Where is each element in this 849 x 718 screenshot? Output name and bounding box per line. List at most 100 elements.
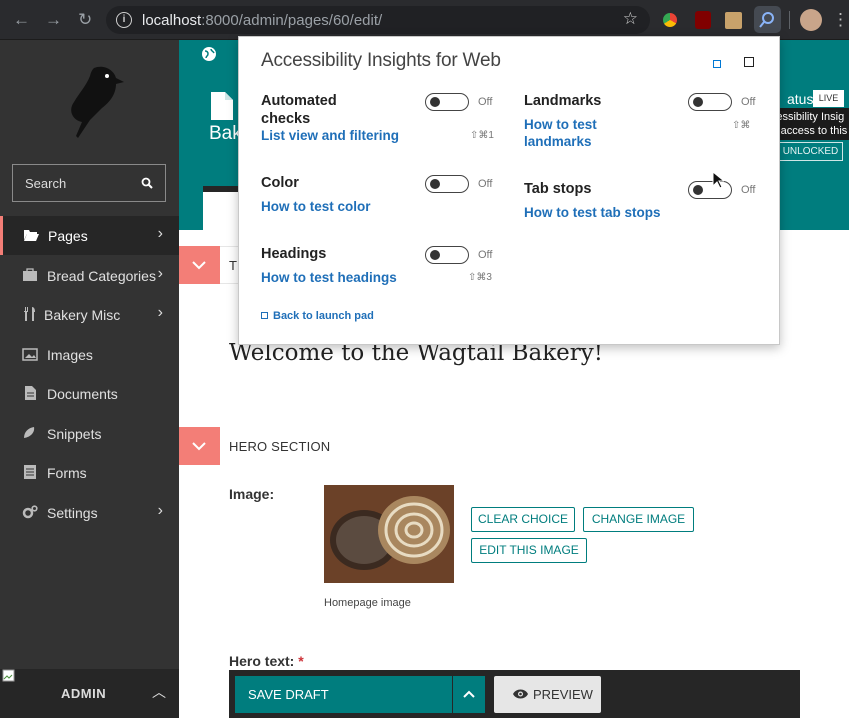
sidebar-item-forms[interactable]: Forms [0,453,179,492]
link-line: landmarks [524,134,592,149]
accessibility-insights-extension-button[interactable] [754,6,781,33]
bread-image [324,485,454,583]
toggle-knob [430,250,440,260]
automated-checks-name: Automated checks [261,92,337,128]
address-bar[interactable]: i localhost:8000/admin/pages/60/edit/ ☆ [106,6,650,34]
landmarks-toggle[interactable] [688,93,732,111]
folder-open-icon [24,230,39,241]
edit-this-image-button[interactable]: EDIT THIS IMAGE [471,538,587,563]
sidebar-item-snippets[interactable]: Snippets [0,414,179,453]
extension-icon[interactable] [725,12,742,29]
sidebar-item-images[interactable]: Images [0,335,179,374]
toggle-state-label: Off [741,96,756,108]
restore-window-icon[interactable] [713,60,721,68]
sidebar-item-settings[interactable]: Settings › [0,493,179,532]
preview-button[interactable]: PREVIEW [494,676,601,713]
tab-stops-link[interactable]: How to test tab stops [524,204,661,221]
url-path: :8000/admin/pages/60/edit/ [201,12,383,29]
item-name-line: Automated [261,93,337,109]
more-actions-toggle[interactable] [453,676,485,713]
chrome-extension-icon[interactable] [660,10,680,30]
globe-icon[interactable] [201,46,217,62]
color-toggle[interactable] [425,175,469,193]
launch-pad-icon [261,312,268,319]
status-label: atus [787,91,814,107]
headings-name: Headings [261,246,327,262]
required-marker: * [298,653,304,669]
clear-choice-button[interactable]: CLEAR CHOICE [471,507,575,532]
toggle-state-label: Off [478,178,493,190]
tab-stops-toggle[interactable] [688,181,732,199]
account-menu-toggle[interactable]: ADMIN ︿ [0,669,179,718]
maximize-window-icon[interactable] [744,57,754,67]
sidebar-item-label: Snippets [47,426,102,442]
sidebar-item-pages[interactable]: Pages › [0,216,179,255]
suitcase-icon [23,268,37,281]
chevron-right-icon: › [157,225,163,242]
search-icon[interactable] [141,177,153,189]
image-caption: Homepage image [324,597,411,609]
image-icon [22,348,38,361]
wagtail-logo[interactable] [50,62,128,140]
menu-kebab-icon[interactable]: ⋮ [832,10,849,30]
shortcut-hint: ⇧⌘ [732,120,751,131]
hero-image-thumbnail[interactable] [324,485,454,583]
page-icon [211,92,233,120]
avatar [2,669,15,682]
footer-action-bar: SAVE DRAFT PREVIEW [229,670,800,718]
toggle-state-label: Off [478,249,493,261]
sidebar-item-label: Bakery Misc [44,307,121,323]
sidebar-item-label: Settings [47,505,98,521]
form-icon [24,465,36,479]
star-icon[interactable]: ☆ [623,9,638,29]
automated-checks-toggle[interactable] [425,93,469,111]
sidebar: Search Pages › Bread Categories › Bakery… [0,40,179,718]
section-collapse-toggle[interactable] [179,427,220,465]
sidebar-item-bread-categories[interactable]: Bread Categories › [0,256,179,295]
ublock-extension-icon[interactable] [695,11,711,29]
back-to-launch-pad-link[interactable]: Back to launch pad [261,310,374,322]
color-link[interactable]: How to test color [261,198,371,215]
url-text[interactable]: localhost:8000/admin/pages/60/edit/ [142,12,382,29]
popup-title: Accessibility Insights for Web [261,50,501,71]
toggle-knob [430,97,440,107]
document-icon [25,386,36,400]
image-field-label: Image: [229,486,275,502]
sidebar-item-documents[interactable]: Documents [0,374,179,413]
sidebar-item-bakery-misc[interactable]: Bakery Misc › [0,295,179,334]
forward-arrow-icon[interactable]: → [45,10,62,30]
sidebar-item-label: Forms [47,465,87,481]
profile-avatar[interactable] [800,9,822,31]
cogs-icon [22,505,38,519]
snippet-icon [24,427,35,438]
page-title: Bak [209,123,242,144]
save-draft-button[interactable]: SAVE DRAFT [235,676,452,713]
eye-icon [513,689,528,699]
utensils-icon [24,307,35,321]
toolbar-divider [789,11,790,29]
automated-checks-link[interactable]: List view and filtering [261,127,399,144]
hero-text-label-text: Hero text: [229,653,295,669]
unlocked-badge[interactable]: UNLOCKED [778,142,843,161]
sidebar-search[interactable]: Search [12,164,166,202]
live-status-badge[interactable]: LIVE [813,90,844,107]
toggle-knob [430,179,440,189]
landmarks-link[interactable]: How to test landmarks [524,116,597,150]
shortcut-hint: ⇧⌘1 [470,130,494,141]
tab-stops-name: Tab stops [524,181,592,197]
headings-link[interactable]: How to test headings [261,269,397,286]
search-placeholder: Search [25,176,67,191]
shortcut-hint: ⇧⌘3 [468,272,492,283]
sidebar-item-label: Images [47,347,93,363]
headings-toggle[interactable] [425,246,469,264]
chevron-up-icon: ︿ [152,684,166,700]
reload-icon[interactable]: ↻ [78,10,92,30]
info-icon[interactable]: i [116,12,132,28]
change-image-button[interactable]: CHANGE IMAGE [583,507,694,532]
section-collapse-toggle[interactable] [179,246,220,284]
sidebar-item-label: Bread Categories [47,268,156,284]
chevron-down-icon [192,442,206,451]
back-arrow-icon[interactable]: ← [13,10,30,30]
sidebar-item-label: Pages [48,228,88,244]
chevron-down-icon [192,261,206,270]
